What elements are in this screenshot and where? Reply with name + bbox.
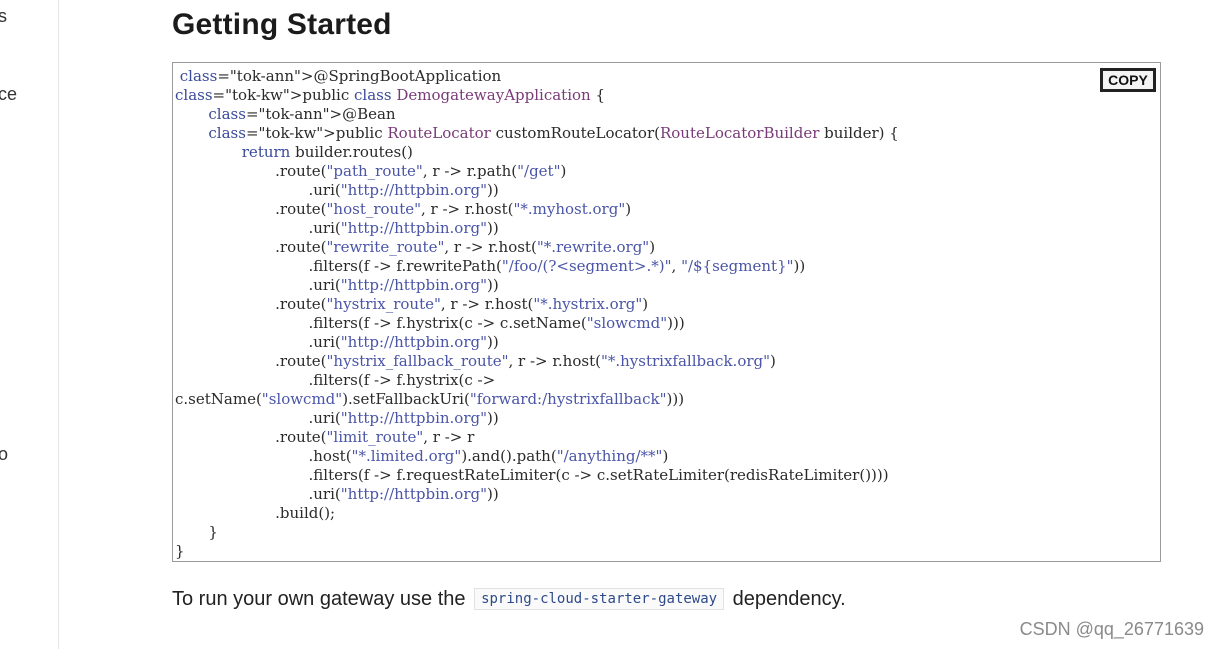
code-line: .route("path_route", r -> r.path("/get"): [175, 162, 567, 180]
code-line: .uri("http://httpbin.org")): [175, 485, 499, 503]
code-line: .uri("http://httpbin.org")): [175, 219, 499, 237]
sidebar-fragment[interactable]: s: [0, 6, 7, 27]
code-line: }: [175, 523, 218, 541]
copy-button[interactable]: COPY: [1100, 68, 1156, 92]
sidebar-fragment[interactable]: o: [0, 444, 8, 465]
csdn-watermark: CSDN @qq_26771639: [1019, 619, 1204, 639]
code-line: .uri("http://httpbin.org")): [175, 181, 499, 199]
description-after: dependency.: [732, 588, 846, 610]
code-line: .build();: [175, 504, 336, 522]
inline-code: spring-cloud-starter-gateway: [474, 588, 725, 610]
code-line: .host("*.limited.org").and().path("/anyt…: [175, 447, 669, 465]
code-line: .route("hystrix_fallback_route", r -> r.…: [175, 352, 776, 370]
sidebar-fragment[interactable]: ce: [0, 84, 17, 105]
code-line: .filters(f -> f.requestRateLimiter(c -> …: [175, 466, 889, 484]
code-line: .uri("http://httpbin.org")): [175, 276, 499, 294]
code-line: .route("hystrix_route", r -> r.host("*.h…: [175, 295, 649, 313]
code-line: }: [175, 542, 185, 560]
code-line: class="tok-ann">@SpringBootApplication: [179, 67, 502, 85]
code-line: .route("limit_route", r -> r: [175, 428, 475, 446]
code-line: .filters(f -> f.hystrix(c ->: [175, 371, 496, 389]
code-line: c.setName("slowcmd").setFallbackUri("for…: [175, 390, 685, 408]
code-line: class="tok-ann">@Bean: [208, 105, 396, 123]
code-line: class="tok-kw">public RouteLocator custo…: [208, 124, 899, 142]
left-sidebar: s ce o: [0, 0, 59, 649]
code-line: class="tok-kw">public class DemogatewayA…: [175, 86, 605, 104]
description-before: To run your own gateway use the: [172, 588, 466, 610]
code-line: .filters(f -> f.rewritePath("/foo/(?<seg…: [175, 257, 806, 275]
code-line: return builder.routes(): [241, 143, 413, 161]
code-line: .uri("http://httpbin.org")): [175, 333, 499, 351]
code-line: .route("host_route", r -> r.host("*.myho…: [175, 200, 632, 218]
code-line: .route("rewrite_route", r -> r.host("*.r…: [175, 238, 656, 256]
page-title: Getting Started: [172, 8, 392, 41]
code-block: class="tok-ann">@SpringBootApplication cl…: [172, 62, 1161, 562]
code-line: .uri("http://httpbin.org")): [175, 409, 499, 427]
code-line: .filters(f -> f.hystrix(c -> c.setName("…: [175, 314, 685, 332]
description-text: To run your own gateway use the spring-c…: [172, 588, 846, 611]
code-content: class="tok-ann">@SpringBootApplication cl…: [173, 63, 1160, 561]
